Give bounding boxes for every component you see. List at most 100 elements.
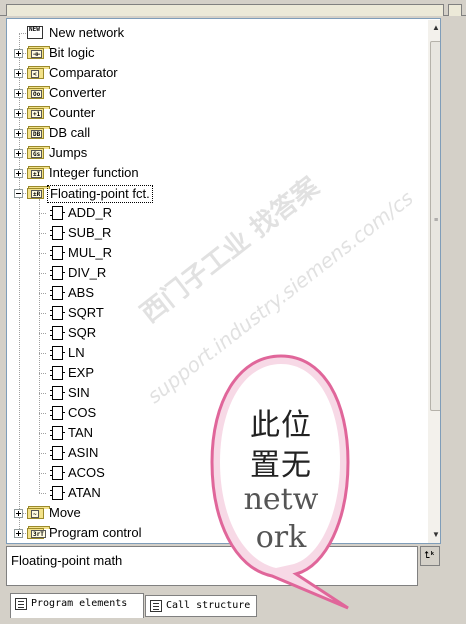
function-box-icon: [50, 466, 65, 480]
tree-item[interactable]: DB DB call: [7, 123, 423, 143]
tree-item-function[interactable]: SUB_R: [7, 223, 423, 243]
expand-icon[interactable]: [14, 69, 23, 78]
function-box-icon: [50, 486, 65, 500]
folder-icon: +1: [27, 106, 50, 119]
folder-icon: ~: [27, 506, 50, 519]
tree-item[interactable]: NEW New network: [7, 23, 423, 43]
tree-connector: [39, 213, 46, 214]
tree-item[interactable]: ~ Move: [7, 503, 423, 523]
tree-item-label: LN: [68, 345, 85, 360]
folder-icon: 3rT: [27, 526, 50, 539]
tree-item-function[interactable]: ATAN: [7, 483, 423, 503]
expand-icon[interactable]: [14, 49, 23, 58]
tree-item-label: SIN: [68, 385, 90, 400]
function-box-icon: [50, 306, 65, 320]
tree-item-label: SQRT: [68, 305, 104, 320]
tree-item[interactable]: ±I Integer function: [7, 163, 423, 183]
tree-item-label: TAN: [68, 425, 94, 440]
top-strip-corner: [448, 4, 462, 16]
expand-icon[interactable]: [14, 129, 23, 138]
function-box-icon: [50, 366, 65, 380]
tree-item-label: EXP: [68, 365, 95, 380]
scrollbar-grip-icon: ≡: [434, 217, 439, 224]
tab-program-elements-label: Program elements: [31, 598, 128, 609]
folder-icon: ±I: [27, 166, 50, 179]
tree-item-function[interactable]: LN: [7, 343, 423, 363]
tree-item[interactable]: < Comparator: [7, 63, 423, 83]
folder-icon: Oo: [27, 86, 50, 99]
function-box-icon: [50, 406, 65, 420]
tree-item-function[interactable]: ASIN: [7, 443, 423, 463]
tree-item-label: Bit logic: [49, 45, 95, 60]
tree-item-function[interactable]: ADD_R: [7, 203, 423, 223]
tree-item-label: ATAN: [68, 485, 101, 500]
tree-item[interactable]: +1 Counter: [7, 103, 423, 123]
tree-connector: [39, 253, 46, 254]
vertical-scrollbar[interactable]: ▲ ≡ ▼: [428, 20, 440, 543]
program-elements-tree-panel: NEW New network ⊣⊢ Bit logic < Comparator Oo Co…: [6, 18, 441, 544]
tree-item-function[interactable]: MUL_R: [7, 243, 423, 263]
tree-item-label: Program control: [49, 525, 142, 540]
function-box-icon: [50, 326, 65, 340]
program-elements-icon: [15, 598, 27, 610]
new-network-icon: NEW: [27, 26, 43, 39]
tab-call-structure[interactable]: Call structure: [145, 595, 257, 617]
tree-item-label: SUB_R: [68, 225, 112, 240]
tree-item[interactable]: ±R Floating-point fct.: [7, 183, 423, 203]
expand-icon[interactable]: [14, 509, 23, 518]
tree-connector: [39, 333, 46, 334]
function-box-icon: [50, 266, 65, 280]
expand-icon[interactable]: [14, 89, 23, 98]
top-strip: [0, 0, 466, 16]
description-text: Floating-point math: [11, 553, 123, 568]
tree-item-label: MUL_R: [68, 245, 113, 260]
tree-item-function[interactable]: EXP: [7, 363, 423, 383]
tree-item[interactable]: 3rT Program control: [7, 523, 423, 543]
tree-connector: [39, 233, 46, 234]
tree-connector: [39, 273, 46, 274]
tree-item-label: Jumps: [49, 145, 88, 160]
function-box-icon: [50, 286, 65, 300]
help-context-button[interactable]: ⮤ᵏ: [420, 546, 440, 566]
tree-item-label: DIV_R: [68, 265, 107, 280]
scroll-up-arrow-icon[interactable]: ▲: [428, 20, 440, 36]
tree-item-label: ADD_R: [68, 205, 113, 220]
bottom-tab-bar: Program elements Call structure: [0, 592, 466, 624]
function-box-icon: [50, 426, 65, 440]
function-box-icon: [50, 346, 65, 360]
top-strip-frame: [6, 4, 444, 16]
expand-icon[interactable]: [14, 149, 23, 158]
function-box-icon: [50, 386, 65, 400]
tree-item-label: ABS: [68, 285, 95, 300]
scrollbar-thumb[interactable]: ≡: [430, 41, 440, 411]
tree-connector: [39, 453, 46, 454]
tree-connector: [19, 33, 26, 34]
expand-icon[interactable]: [14, 529, 23, 538]
tree-item-function[interactable]: TAN: [7, 423, 423, 443]
expand-icon[interactable]: [14, 109, 23, 118]
function-box-icon: [50, 446, 65, 460]
tab-program-elements[interactable]: Program elements: [10, 593, 144, 618]
tree-item-label: Move: [49, 505, 81, 520]
collapse-icon[interactable]: [14, 189, 23, 198]
tree-item[interactable]: Gs Jumps: [7, 143, 423, 163]
tree-connector: [39, 413, 46, 414]
tree-item-function[interactable]: COS: [7, 403, 423, 423]
tree-item-function[interactable]: ABS: [7, 283, 423, 303]
tree-connector: [39, 393, 46, 394]
tree-item-function[interactable]: SQRT: [7, 303, 423, 323]
tree-item[interactable]: ⊣⊢ Bit logic: [7, 43, 423, 63]
tree-item-function[interactable]: DIV_R: [7, 263, 423, 283]
program-elements-tree: NEW New network ⊣⊢ Bit logic < Comparator Oo Co…: [7, 23, 423, 543]
tree-item-function[interactable]: ACOS: [7, 463, 423, 483]
tree-item-label: ASIN: [68, 445, 99, 460]
tree-item-function[interactable]: SIN: [7, 383, 423, 403]
tree-item-label: Floating-point fct.: [47, 185, 153, 203]
tree-item-label: COS: [68, 405, 97, 420]
function-box-icon: [50, 206, 65, 220]
tree-item-function[interactable]: SQR: [7, 323, 423, 343]
expand-icon[interactable]: [14, 169, 23, 178]
scroll-down-arrow-icon[interactable]: ▼: [428, 527, 440, 543]
tree-item[interactable]: Oo Converter: [7, 83, 423, 103]
tree-connector: [39, 473, 46, 474]
